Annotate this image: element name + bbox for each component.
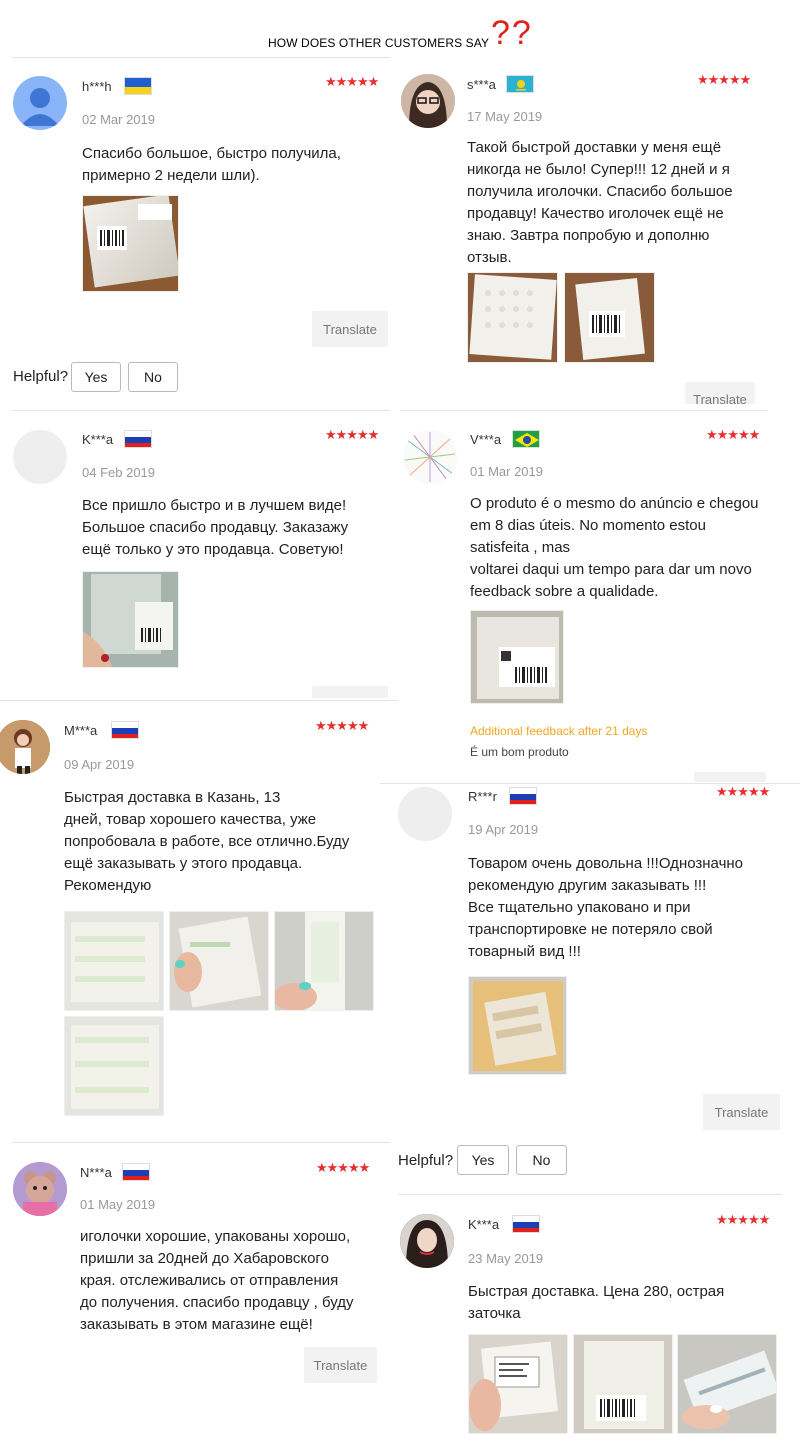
rating-stars: ★★★★★: [325, 74, 379, 89]
review-text: Такой быстрой доставки у меня ещё никогд…: [467, 139, 733, 266]
review-photo[interactable]: [82, 571, 179, 668]
review-card: [0, 0, 1, 1]
header-title: HOW DOES OTHER CUSTOMERS SAY: [268, 36, 490, 50]
flag-brazil-icon: [512, 430, 540, 448]
review-photo[interactable]: [467, 272, 558, 363]
flag-russia-icon: [122, 1163, 150, 1181]
flag-russia-icon: [509, 787, 537, 805]
reviewer-name: K***a: [468, 1217, 500, 1232]
review-date: 04 Feb 2019: [82, 465, 156, 480]
divider: [0, 700, 398, 701]
divider: [12, 410, 390, 411]
review-photo[interactable]: [573, 1334, 673, 1434]
additional-feedback-label: Additional feedback after 21 days: [470, 724, 648, 738]
review-date: 17 May 2019: [467, 109, 543, 124]
yes-button[interactable]: Yes: [457, 1145, 509, 1175]
review-photo[interactable]: [470, 610, 564, 704]
divider: [398, 1194, 782, 1195]
helpful-label: Helpful?: [398, 1152, 454, 1169]
review-photo[interactable]: [64, 1016, 164, 1116]
review-photo[interactable]: [274, 911, 374, 1011]
rating-stars: ★★★★★: [716, 1212, 770, 1227]
review-text: иголочки хорошие, упакованы хорошо, приш…: [80, 1228, 354, 1333]
header-question-marks: ??: [491, 14, 533, 52]
review-date: 01 May 2019: [80, 1197, 156, 1212]
reviewer-name: h***h: [82, 79, 112, 94]
review-text: Товаром очень довольна !!!Однозначно рек…: [468, 855, 744, 960]
flag-kazakhstan-icon: [506, 75, 534, 93]
review-date: 02 Mar 2019: [82, 112, 155, 127]
translate-button[interactable]: Translate: [685, 382, 755, 404]
avatar: [13, 1162, 67, 1216]
translate-button[interactable]: Translate: [703, 1094, 780, 1130]
review-date: 09 Apr 2019: [64, 757, 135, 772]
rating-stars: ★★★★★: [697, 72, 751, 87]
flag-russia-icon: [111, 721, 139, 739]
review-text: Быстрая доставка в Казань, 13 дней, това…: [64, 789, 350, 894]
divider: [12, 1142, 390, 1143]
review-photo[interactable]: [564, 272, 655, 363]
translate-button[interactable]: [694, 772, 766, 782]
avatar: [400, 1214, 454, 1268]
rating-stars: ★★★★★: [315, 718, 369, 733]
review-photo[interactable]: [82, 195, 179, 292]
no-button[interactable]: No: [516, 1145, 567, 1175]
review-text: O produto é o mesmo do anúncio e chegou …: [470, 495, 759, 600]
reviewer-name: M***a: [64, 723, 98, 738]
yes-button[interactable]: Yes: [71, 362, 121, 392]
rating-stars: ★★★★★: [706, 427, 760, 442]
divider: [400, 410, 768, 411]
avatar: [13, 430, 67, 484]
additional-feedback-text: É um bom produto: [470, 745, 569, 759]
translate-button[interactable]: Translate: [304, 1347, 377, 1383]
no-button[interactable]: No: [128, 362, 178, 392]
review-date: 23 May 2019: [468, 1251, 544, 1266]
reviewer-name: N***a: [80, 1165, 112, 1180]
avatar: [398, 787, 452, 841]
reviewer-name: s***a: [467, 77, 496, 92]
review-photo[interactable]: [64, 911, 164, 1011]
avatar: [403, 430, 457, 484]
review-text: Спасибо большое, быстро получила, пример…: [82, 145, 341, 184]
flag-russia-icon: [124, 430, 152, 448]
review-date: 01 Mar 2019: [470, 464, 543, 479]
review-photo[interactable]: [677, 1334, 777, 1434]
review-photo[interactable]: [468, 1334, 568, 1434]
review-photo[interactable]: [468, 976, 567, 1075]
avatar: [0, 720, 50, 774]
flag-russia-icon: [512, 1215, 540, 1233]
reviewer-name: K***a: [82, 432, 114, 447]
reviewer-name: V***a: [470, 432, 502, 447]
translate-button[interactable]: [312, 686, 388, 698]
avatar: [401, 74, 455, 128]
review-text: Быстрая доставка. Цена 280, острая заточ…: [468, 1283, 725, 1322]
helpful-label: Helpful?: [13, 368, 69, 385]
translate-button[interactable]: Translate: [312, 311, 388, 347]
review-text: Все пришло быстро и в лучшем виде! Больш…: [82, 497, 349, 558]
section-header: HOW DOES OTHER CUSTOMERS SAY ??: [0, 14, 800, 54]
rating-stars: ★★★★★: [325, 427, 379, 442]
review-date: 19 Apr 2019: [468, 822, 539, 837]
rating-stars: ★★★★★: [316, 1160, 370, 1175]
rating-stars: ★★★★★: [716, 784, 770, 799]
divider: [12, 57, 390, 58]
review-photo[interactable]: [169, 911, 269, 1011]
flag-ukraine-icon: [124, 77, 152, 95]
avatar: [13, 76, 67, 130]
reviewer-name: R***r: [468, 789, 497, 804]
